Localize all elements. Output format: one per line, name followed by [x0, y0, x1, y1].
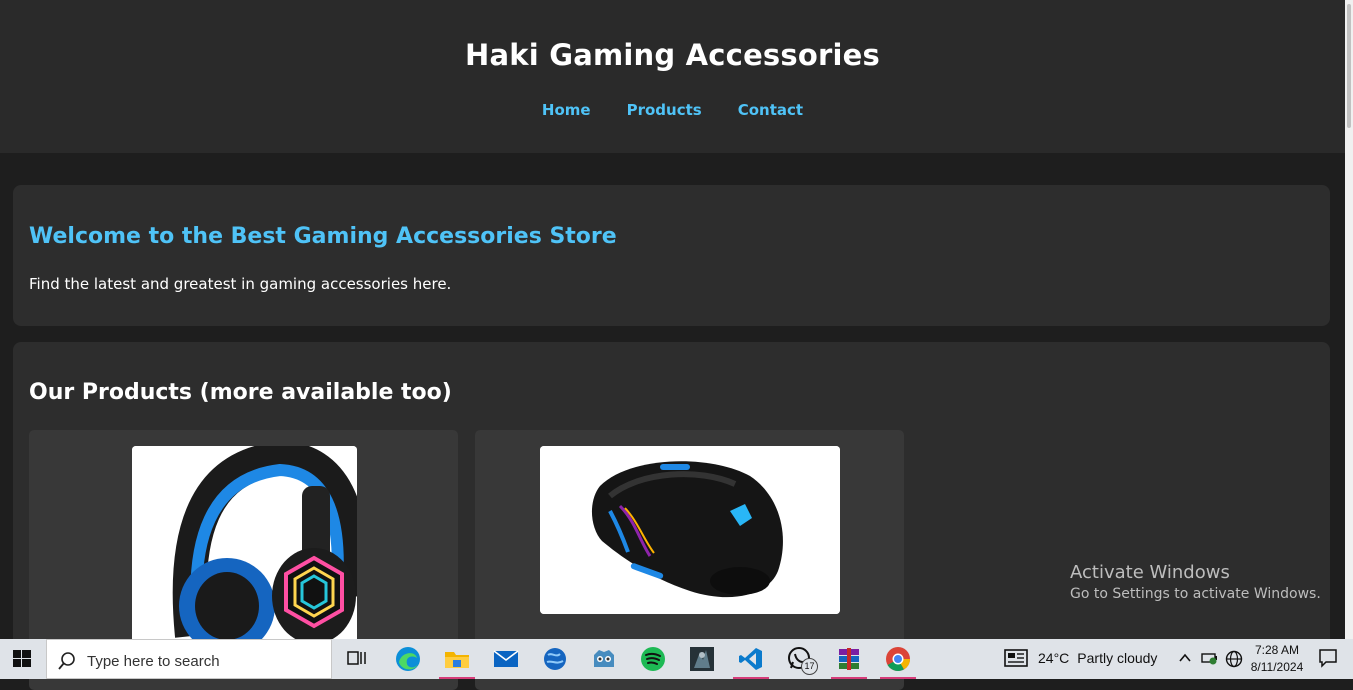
battery-icon	[1201, 653, 1217, 665]
activate-windows-watermark: Activate Windows Go to Settings to activ…	[1070, 562, 1321, 602]
taskbar-app-whatsapp[interactable]: 17	[780, 643, 820, 675]
taskbar-app-winrar[interactable]	[829, 643, 869, 679]
whatsapp-badge: 17	[801, 658, 818, 675]
windows-logo-icon	[13, 650, 31, 667]
taskbar-app-file-explorer[interactable]	[437, 643, 477, 679]
site-header: Haki Gaming Accessories Home Products Co…	[0, 0, 1345, 153]
welcome-text: Find the latest and greatest in gaming a…	[29, 275, 452, 293]
taskbar-app-godot[interactable]	[584, 643, 624, 675]
headset-image	[132, 446, 357, 646]
taskbar-app-spotify[interactable]	[633, 643, 673, 675]
search-icon	[58, 652, 75, 670]
network-globe-icon	[1225, 650, 1243, 668]
globe-icon	[544, 648, 566, 670]
products-heading: Our Products (more available too)	[29, 380, 452, 405]
scrollbar-thumb[interactable]	[1347, 4, 1351, 128]
notification-icon	[1319, 649, 1337, 668]
weather-desc: Partly cloudy	[1077, 650, 1158, 666]
nav-contact-link[interactable]: Contact	[738, 101, 803, 119]
watermark-title: Activate Windows	[1070, 562, 1230, 583]
task-view-button[interactable]	[337, 643, 377, 675]
network-tray-button[interactable]	[1225, 650, 1243, 673]
taskbar-clock[interactable]: 7:28 AM 8/11/2024	[1246, 642, 1308, 676]
edge-icon	[396, 647, 420, 671]
vscode-icon	[739, 648, 762, 670]
chevron-up-icon	[1179, 653, 1191, 662]
game-icon	[690, 647, 714, 671]
clock-date: 8/11/2024	[1250, 660, 1304, 674]
godot-icon	[594, 650, 614, 667]
mouse-image	[540, 446, 840, 614]
taskbar-app-vscode[interactable]	[731, 643, 771, 679]
mail-icon	[493, 650, 519, 667]
taskbar-app-game[interactable]	[682, 643, 722, 675]
main-nav: Home Products Contact	[0, 101, 1345, 119]
news-icon	[1004, 649, 1028, 667]
clock-time: 7:28 AM	[1254, 643, 1300, 657]
welcome-section: Welcome to the Best Gaming Accessories S…	[13, 185, 1330, 326]
taskbar-app-chrome[interactable]	[878, 643, 918, 679]
search-input[interactable]	[85, 648, 329, 674]
chrome-icon	[886, 647, 910, 672]
notification-center-button[interactable]	[1318, 648, 1338, 673]
winrar-icon	[839, 648, 859, 670]
taskbar-app-globe[interactable]	[535, 643, 575, 675]
spotify-icon	[641, 647, 665, 671]
weather-widget[interactable]: 24°C Partly cloudy	[1004, 649, 1157, 667]
folder-icon	[445, 652, 469, 668]
battery-tray-button[interactable]	[1201, 650, 1219, 671]
watermark-subtitle: Go to Settings to activate Windows.	[1070, 586, 1321, 602]
taskbar-app-mail[interactable]	[486, 643, 526, 675]
nav-home-link[interactable]: Home	[542, 101, 591, 119]
taskbar-app-edge[interactable]	[388, 643, 428, 675]
start-button[interactable]	[8, 647, 36, 671]
weather-temp: 24°C	[1038, 650, 1070, 666]
nav-products-link[interactable]: Products	[627, 101, 702, 119]
taskbar-search[interactable]	[46, 639, 332, 679]
welcome-heading: Welcome to the Best Gaming Accessories S…	[29, 224, 617, 249]
task-view-icon	[347, 651, 366, 665]
page-scrollbar[interactable]	[1345, 0, 1353, 639]
show-hidden-icons-button[interactable]	[1178, 650, 1192, 671]
windows-taskbar: 17 24°C Partly cloudy	[0, 639, 1353, 679]
site-title: Haki Gaming Accessories	[465, 38, 880, 72]
products-section: Our Products (more available too)	[13, 342, 1330, 690]
